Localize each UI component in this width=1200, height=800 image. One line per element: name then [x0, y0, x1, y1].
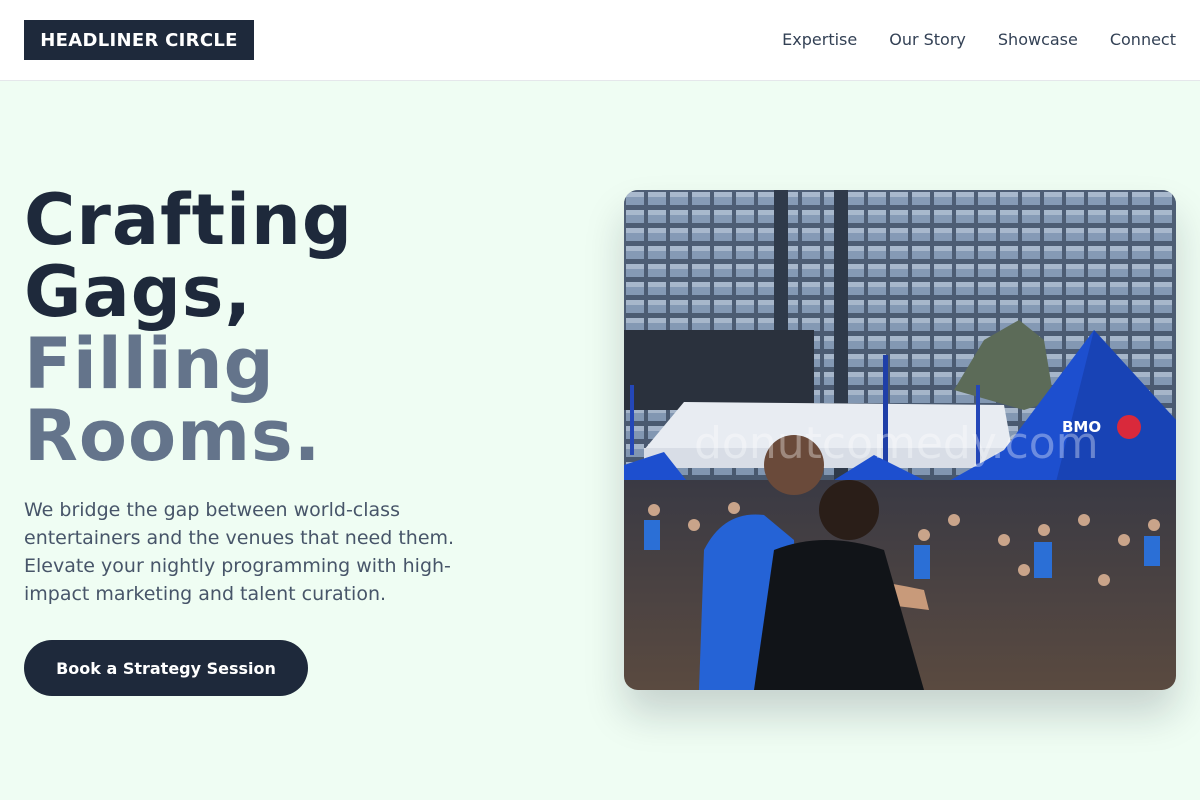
nav-link-showcase[interactable]: Showcase — [998, 30, 1078, 49]
main-nav: Expertise Our Story Showcase Connect — [782, 0, 1176, 78]
site-header: HEADLINER CIRCLE Expertise Our Story Sho… — [0, 0, 1200, 81]
nav-link-expertise[interactable]: Expertise — [782, 30, 857, 49]
headline-line-1: Crafting — [24, 179, 353, 261]
hero-headline: Crafting Gags, Filling Rooms. — [24, 184, 544, 472]
headline-line-2: Gags, — [24, 251, 253, 333]
book-strategy-session-button[interactable]: Book a Strategy Session — [24, 640, 308, 696]
logo[interactable]: HEADLINER CIRCLE — [24, 20, 254, 60]
headline-line-3: Filling — [24, 323, 275, 405]
image-watermark: donutcomedy.com — [694, 418, 1099, 469]
nav-link-connect[interactable]: Connect — [1110, 30, 1176, 49]
hero-image: BMO donutcomedy.com — [624, 190, 1176, 690]
nav-link-our-story[interactable]: Our Story — [889, 30, 966, 49]
headline-line-4: Rooms. — [24, 395, 322, 477]
hero-lead-text: We bridge the gap between world-class en… — [24, 499, 455, 605]
